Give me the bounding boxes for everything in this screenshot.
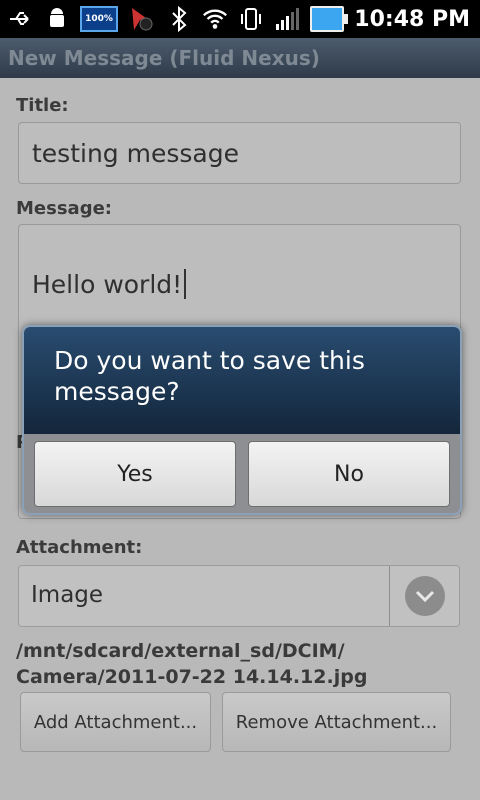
attachment-path: /mnt/sdcard/external_sd/DCIM/ Camera/201… xyxy=(16,640,368,688)
app-notification-icon xyxy=(128,6,154,32)
text-cursor xyxy=(184,269,187,299)
dropdown-divider xyxy=(389,566,390,626)
battery-icon xyxy=(310,6,349,32)
message-text: Hello world! xyxy=(32,270,183,299)
no-button[interactable]: No xyxy=(248,441,450,507)
status-time: 10:48 PM xyxy=(354,6,470,32)
signal-icon xyxy=(274,6,300,32)
add-attachment-button[interactable]: Add Attachment... xyxy=(20,692,211,752)
chevron-down-icon[interactable] xyxy=(405,576,445,616)
title-input[interactable]: testing message xyxy=(18,122,461,184)
title-label: Title: xyxy=(16,95,69,116)
attachment-type-dropdown[interactable]: Image xyxy=(18,565,460,627)
attachment-label: Attachment: xyxy=(16,537,143,558)
dialog-message: Do you want to save this message? xyxy=(54,346,365,406)
battery-percent-icon: 100% xyxy=(80,6,118,32)
android-debug-icon xyxy=(44,6,70,32)
status-bar: 100% 10:48 PM xyxy=(0,0,480,38)
vibrate-icon xyxy=(238,6,264,32)
yes-button[interactable]: Yes xyxy=(34,441,236,507)
message-label: Message: xyxy=(16,198,112,219)
title-bar: New Message (Fluid Nexus) xyxy=(0,38,480,78)
wifi-icon xyxy=(202,6,228,32)
remove-attachment-button[interactable]: Remove Attachment... xyxy=(222,692,451,752)
usb-icon xyxy=(8,6,34,32)
save-dialog: Do you want to save this message? Yes No xyxy=(22,325,462,515)
attachment-type-value: Image xyxy=(31,582,104,608)
bluetooth-icon xyxy=(166,6,192,32)
